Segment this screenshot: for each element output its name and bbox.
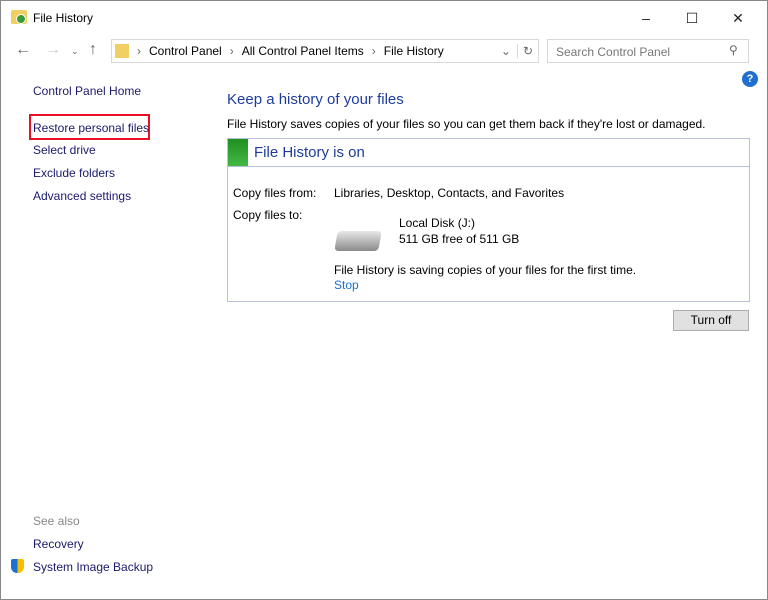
drive-name: Local Disk (J:)	[399, 216, 476, 230]
recent-dropdown-icon[interactable]: ⌄	[71, 46, 79, 57]
turn-off-button[interactable]: Turn off	[673, 310, 749, 331]
maximize-button[interactable]: ☐	[677, 5, 707, 31]
from-label: Copy files from:	[233, 186, 317, 200]
search-icon[interactable]: ⚲	[729, 43, 738, 57]
see-also-label: See also	[33, 514, 80, 528]
breadcrumb-control-panel[interactable]: Control Panel	[149, 44, 222, 58]
refresh-icon[interactable]: ↻	[516, 44, 538, 58]
minimize-button[interactable]: –	[631, 5, 661, 31]
search-input[interactable]: Search Control Panel	[547, 39, 749, 63]
status-title: File History is on	[254, 144, 365, 161]
see-also-recovery[interactable]: Recovery	[33, 537, 84, 551]
up-icon[interactable]: ↑	[89, 41, 97, 59]
address-bar[interactable]: › Control Panel › All Control Panel Items …	[111, 39, 539, 63]
sidebar-item-exclude[interactable]: Exclude folders	[33, 166, 115, 180]
folder-icon	[115, 44, 129, 58]
shield-icon	[11, 559, 24, 573]
close-button[interactable]: ✕	[723, 5, 753, 31]
page-title: Keep a history of your files	[227, 91, 404, 108]
status-indicator	[228, 139, 248, 166]
drive-space: 511 GB free of 511 GB	[399, 232, 520, 246]
forward-icon[interactable]: →	[45, 41, 61, 59]
app-icon	[11, 10, 27, 24]
breadcrumb-file-history[interactable]: File History	[384, 44, 444, 58]
chevron-down-icon[interactable]: ⌄	[501, 44, 511, 58]
sidebar-item-home[interactable]: Control Panel Home	[33, 84, 141, 98]
from-value: Libraries, Desktop, Contacts, and Favori…	[334, 186, 565, 200]
description: File History saves copies of your files …	[227, 117, 706, 131]
back-icon[interactable]: ←	[15, 41, 31, 59]
see-also-system-image[interactable]: System Image Backup	[33, 560, 153, 574]
status-panel: File History is on Copy files from: Libr…	[227, 138, 750, 302]
stop-link[interactable]: Stop	[334, 278, 359, 292]
sidebar-item-advanced[interactable]: Advanced settings	[33, 189, 131, 203]
help-icon[interactable]: ?	[742, 71, 758, 87]
to-label: Copy files to:	[233, 208, 303, 222]
window-title: File History	[33, 11, 94, 25]
drive-icon	[334, 231, 382, 251]
breadcrumb-all-items[interactable]: All Control Panel Items	[242, 44, 364, 58]
sidebar-item-select-drive[interactable]: Select drive	[33, 143, 96, 157]
progress-text: File History is saving copies of your fi…	[334, 263, 637, 277]
sidebar-item-restore[interactable]: Restore personal files	[33, 121, 149, 135]
